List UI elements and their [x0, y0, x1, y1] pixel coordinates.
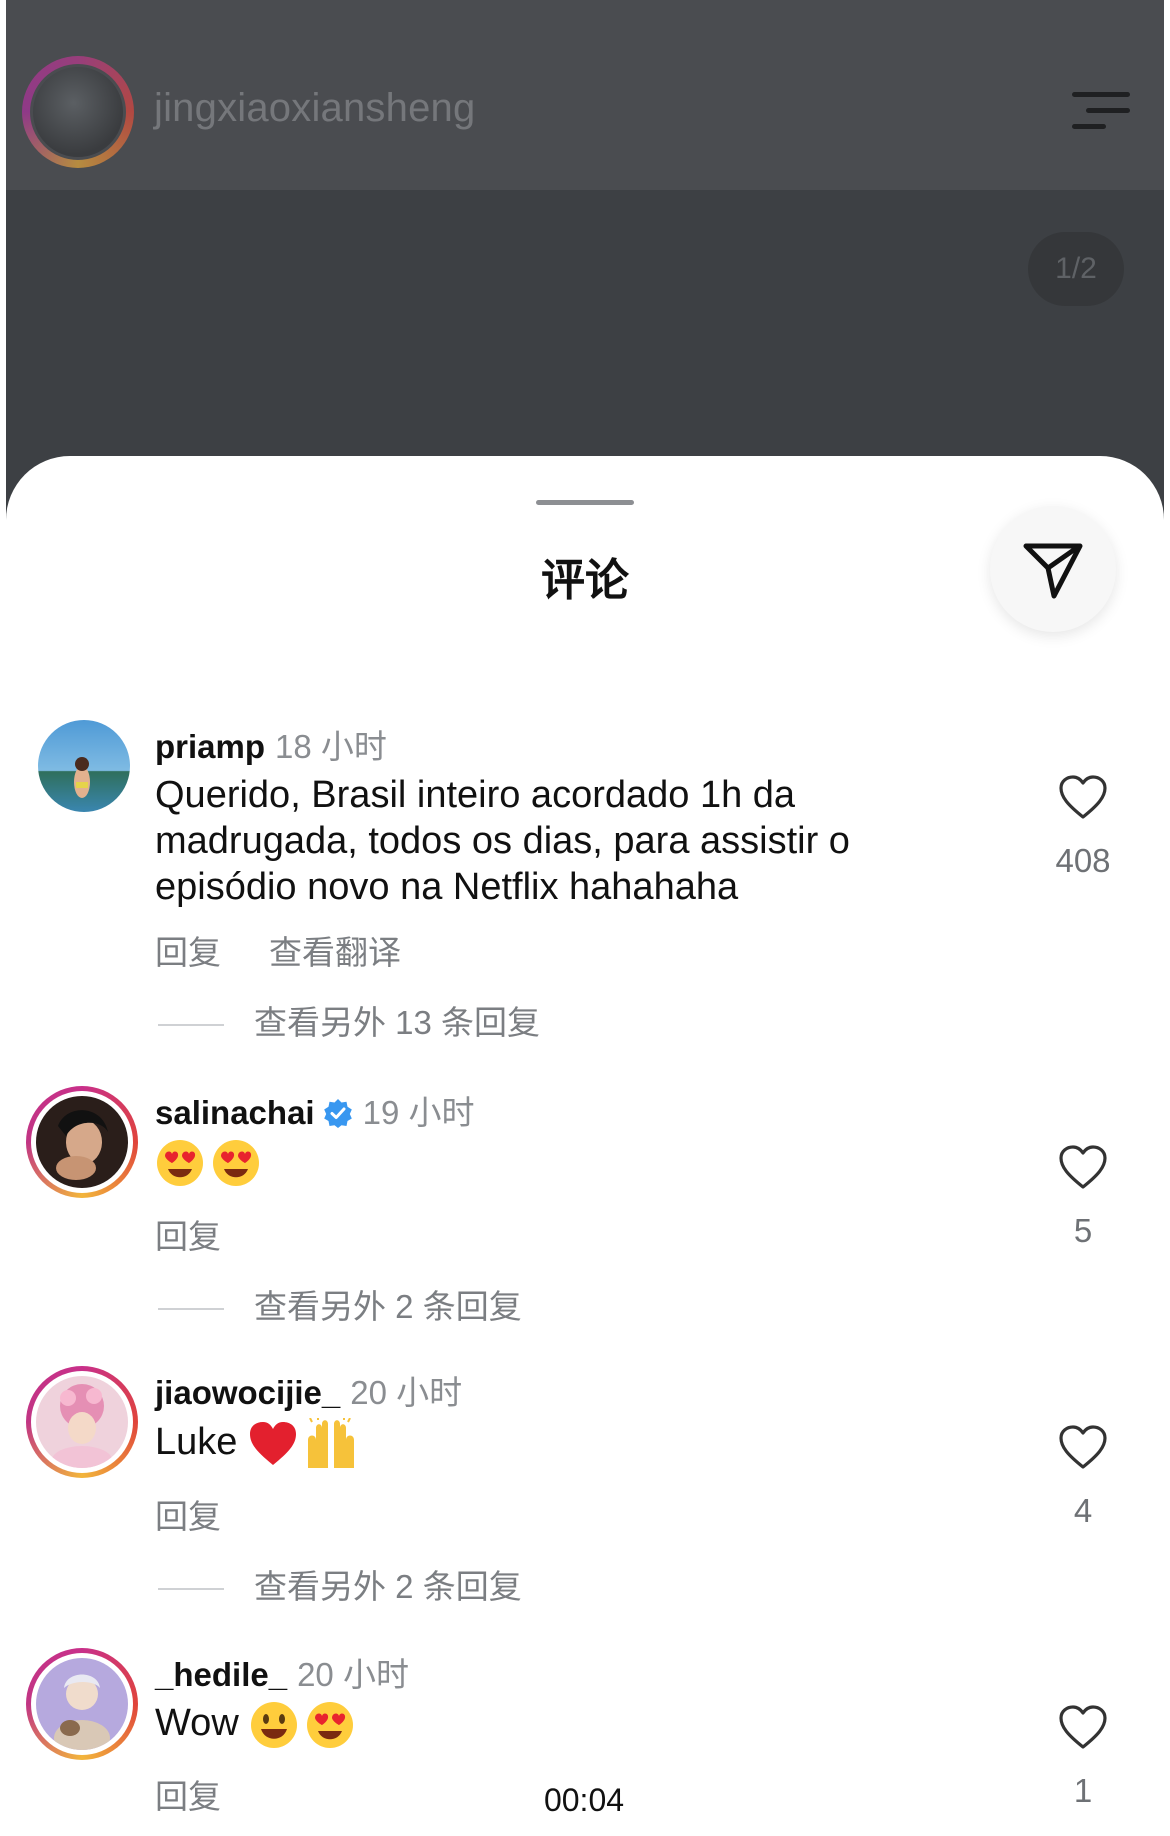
- comment-text-row: Luke: [155, 1418, 945, 1470]
- avatar[interactable]: [26, 1366, 138, 1478]
- send-icon: [1023, 543, 1083, 599]
- comment-actions: 回复: [155, 1210, 221, 1258]
- comment-actions: 回复: [155, 1490, 221, 1538]
- comment-time: 20 小时: [350, 1374, 463, 1411]
- view-more-replies-label: 查看另外 2 条回复: [254, 1568, 522, 1605]
- heart-icon[interactable]: [1058, 1704, 1108, 1750]
- smiley-emoji-icon: [251, 1702, 298, 1748]
- view-more-replies-label: 查看另外 2 条回复: [254, 1288, 522, 1325]
- reply-button[interactable]: 回复: [155, 1218, 221, 1255]
- reply-divider: [158, 1024, 224, 1027]
- heart-eyes-emoji-icon: [157, 1140, 203, 1186]
- comment-actions: 回复 查看翻译: [155, 926, 401, 974]
- reply-button[interactable]: 回复: [155, 934, 221, 971]
- comment-header: salinachai 19 小时: [155, 1086, 474, 1134]
- raising-hands-emoji-icon: [307, 1418, 354, 1468]
- comment-time: 20 小时: [297, 1656, 409, 1693]
- heart-icon[interactable]: [1058, 1424, 1108, 1470]
- comment-actions: 回复: [155, 1770, 221, 1818]
- comment-emoji-row: [155, 1138, 945, 1188]
- video-timestamp: 00:04: [506, 1770, 662, 1830]
- comment-text-row: Wow: [155, 1700, 945, 1750]
- reply-divider: [158, 1308, 224, 1311]
- red-heart-emoji-icon: [249, 1422, 296, 1465]
- heart-eyes-emoji-icon: [307, 1702, 354, 1748]
- comment-text: Querido, Brasil inteiro acordado 1h da m…: [155, 774, 850, 908]
- comment-header: _hedile_ 20 小时: [155, 1648, 409, 1696]
- comment-time: 19 小时: [362, 1094, 475, 1131]
- reply-button[interactable]: 回复: [155, 1498, 221, 1535]
- comment-item: _hedile_ 20 小时 Wow 回复 1: [0, 0, 1170, 1815]
- reply-divider: [158, 1588, 224, 1591]
- comment-header: priamp 18 小时: [155, 720, 387, 768]
- share-button[interactable]: [990, 506, 1116, 632]
- heart-icon[interactable]: [1058, 774, 1108, 820]
- avatar-image: [36, 1376, 128, 1468]
- view-more-replies[interactable]: 查看另外 2 条回复: [158, 1280, 522, 1328]
- view-more-replies-label: 查看另外 13 条回复: [254, 1004, 541, 1041]
- avatar-image: [36, 1096, 128, 1188]
- view-more-replies[interactable]: 查看另外 2 条回复: [158, 1560, 522, 1608]
- like-count: 408: [1055, 842, 1111, 879]
- reply-button[interactable]: 回复: [155, 1778, 221, 1815]
- comment-username[interactable]: salinachai: [155, 1094, 315, 1131]
- comment-username[interactable]: priamp: [155, 728, 265, 765]
- heart-eyes-emoji-icon: [213, 1140, 259, 1186]
- view-more-replies[interactable]: 查看另外 13 条回复: [158, 996, 540, 1044]
- comment-username[interactable]: _hedile_: [155, 1656, 287, 1693]
- like-count: 1: [1073, 1772, 1093, 1809]
- avatar-image: [36, 1658, 128, 1750]
- verified-badge-icon: [323, 1099, 352, 1128]
- heart-icon[interactable]: [1058, 1144, 1108, 1190]
- translate-button[interactable]: 查看翻译: [269, 934, 401, 971]
- comment-username[interactable]: jiaowocijie_: [155, 1374, 340, 1411]
- like-count: 4: [1073, 1492, 1093, 1529]
- comment-text: Luke: [155, 1421, 238, 1464]
- avatar[interactable]: [26, 1648, 138, 1760]
- like-count: 5: [1073, 1212, 1093, 1249]
- avatar[interactable]: [26, 1086, 138, 1198]
- comment-time: 18 小时: [275, 728, 387, 765]
- comment-header: jiaowocijie_ 20 小时: [155, 1366, 462, 1414]
- drag-handle[interactable]: [536, 500, 634, 505]
- avatar[interactable]: [38, 720, 130, 812]
- comment-text: Wow: [155, 1702, 239, 1745]
